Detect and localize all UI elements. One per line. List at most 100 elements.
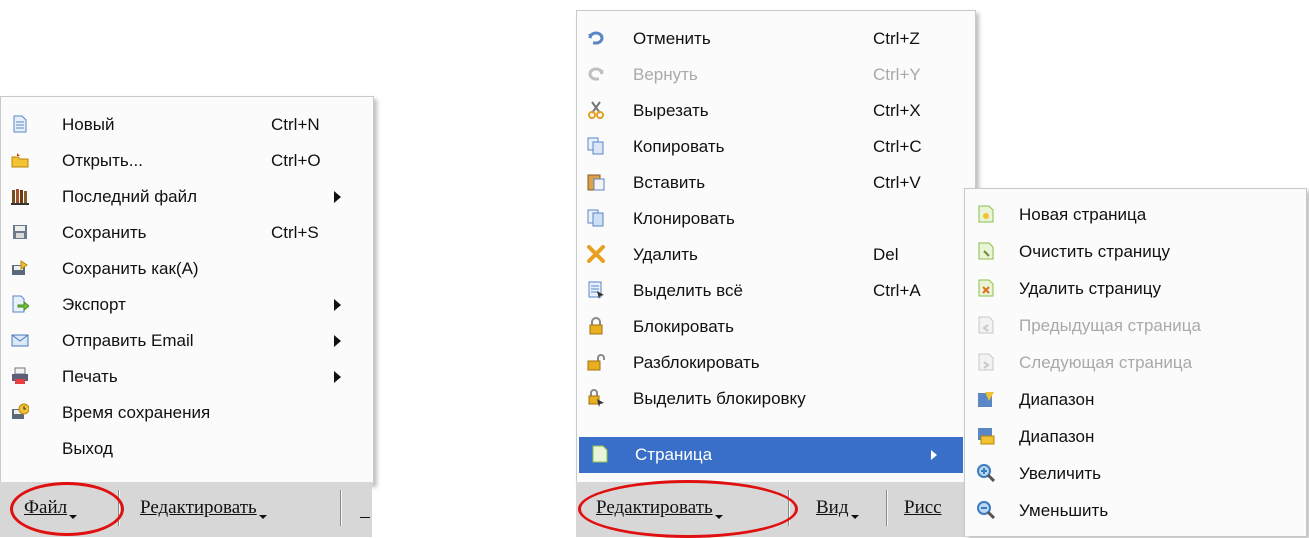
menu-item-paste[interactable]: Вставить Ctrl+V — [577, 165, 975, 201]
menubar-separator — [340, 490, 341, 526]
menu-item-exit[interactable]: Выход — [1, 431, 373, 467]
menu-item-label: Диапазон — [1019, 427, 1095, 446]
menu-item-copy[interactable]: Копировать Ctrl+C — [577, 129, 975, 165]
save-icon — [11, 223, 29, 241]
menu-item-label: Открыть... — [62, 151, 143, 170]
menu-item-new-page[interactable]: Новая страница — [965, 197, 1306, 233]
menu-item-save-time[interactable]: Время сохранения — [1, 395, 373, 431]
email-icon — [11, 331, 29, 349]
menu-item-shortcut: Del — [873, 245, 899, 264]
menu-item-save[interactable]: Сохранить Ctrl+S — [1, 215, 373, 251]
scissors-icon — [587, 101, 605, 119]
menu-item-label: Выход — [62, 439, 113, 458]
export-icon — [11, 295, 29, 313]
menu-item-zoom-out[interactable]: Уменьшить — [965, 493, 1306, 529]
menu-item-label: Новый — [62, 115, 115, 134]
menu-item-label: Увеличить — [1019, 464, 1101, 483]
save-time-icon — [11, 403, 29, 421]
menu-item-label: Вставить — [633, 173, 706, 192]
menu-item-recent-file[interactable]: Последний файл — [1, 179, 373, 215]
menu-item-label: Страница — [635, 445, 713, 464]
menu-item-shortcut: Ctrl+Z — [873, 29, 920, 48]
menu-item-unlock[interactable]: Разблокировать — [577, 345, 975, 381]
range-icon — [977, 390, 995, 408]
menu-item-clear-page[interactable]: Очистить страницу — [965, 234, 1306, 270]
delete-x-icon — [587, 245, 605, 263]
highlight-circle-file — [10, 482, 124, 536]
menu-item-delete[interactable]: Удалить Del — [577, 237, 975, 273]
menu-item-range[interactable]: Диапазон — [965, 382, 1306, 418]
menu-item-new[interactable]: Новый Ctrl+N — [1, 107, 373, 143]
menu-item-select-all[interactable]: Выделить всё Ctrl+A — [577, 273, 975, 309]
menu-item-label: Новая страница — [1019, 205, 1147, 224]
menu-item-shortcut: Ctrl+Y — [873, 65, 921, 84]
menu-item-delete-page[interactable]: Удалить страницу — [965, 271, 1306, 307]
menu-item-label: Время сохранения — [62, 403, 211, 422]
menu-item-print[interactable]: Печать — [1, 359, 373, 395]
menu-item-lock[interactable]: Блокировать — [577, 309, 975, 345]
dropdown-arrow-icon — [258, 515, 267, 519]
menubar-separator — [886, 490, 887, 526]
menu-item-label: Вырезать — [633, 101, 709, 120]
menu-item-label: Выделить всё — [633, 281, 743, 300]
menu-item-send-email[interactable]: Отправить Email — [1, 323, 373, 359]
submenu-arrow-icon — [334, 371, 341, 383]
menu-item-save-as[interactable]: Сохранить как(A) — [1, 251, 373, 287]
submenu-arrow-icon — [334, 299, 341, 311]
menu-item-open[interactable]: Открыть... Ctrl+O — [1, 143, 373, 179]
zoom-in-icon — [977, 464, 995, 482]
menu-item-label: Отменить — [633, 29, 711, 48]
paste-icon — [587, 173, 605, 191]
menu-item-select-locked[interactable]: Выделить блокировку — [577, 381, 975, 417]
delete-page-icon — [977, 279, 995, 297]
page-submenu: Новая страница Очистить страницу Удалить… — [964, 188, 1307, 536]
menu-item-shortcut: Ctrl+S — [271, 223, 319, 242]
menubar-draw[interactable]: Рисс — [904, 497, 942, 519]
recent-files-icon — [11, 187, 29, 205]
menu-item-label: Последний файл — [62, 187, 198, 206]
menubar-edit-label: Редактировать — [140, 497, 257, 518]
lock-icon — [587, 317, 605, 335]
next-page-icon — [977, 353, 995, 371]
menubar-edit[interactable]: Редактировать — [140, 497, 267, 519]
menu-item-label: Выделить блокировку — [633, 389, 806, 408]
menu-item-label: Блокировать — [633, 317, 734, 336]
menu-item-page[interactable]: Страница — [579, 437, 963, 473]
menu-item-label: Предыдущая страница — [1019, 316, 1201, 335]
new-page-icon — [977, 205, 995, 223]
menubar-view[interactable]: Вид — [816, 497, 859, 519]
menu-item-label: Разблокировать — [633, 353, 760, 372]
menu-item-shortcut: Ctrl+O — [271, 151, 321, 170]
open-folder-icon — [11, 151, 29, 169]
undo-icon — [587, 29, 605, 47]
menu-item-clone[interactable]: Клонировать — [577, 201, 975, 237]
menu-item-cut[interactable]: Вырезать Ctrl+X — [577, 93, 975, 129]
menu-item-label: Копировать — [633, 137, 725, 156]
menu-item-label: Удалить страницу — [1019, 279, 1161, 298]
menu-item-redo[interactable]: Вернуть Ctrl+Y — [577, 57, 975, 93]
menubar-view-label: Вид — [816, 497, 849, 518]
menu-item-label: Очистить страницу — [1019, 242, 1171, 261]
menu-item-next-page[interactable]: Следующая страница — [965, 345, 1306, 381]
menu-item-label: Печать — [62, 367, 118, 386]
menu-item-shortcut: Ctrl+X — [873, 101, 921, 120]
menu-item-label: Отправить Email — [62, 331, 194, 350]
highlight-circle-edit — [578, 480, 798, 538]
redo-icon — [587, 65, 605, 83]
menu-item-label: Сохранить — [62, 223, 147, 242]
submenu-arrow-icon — [334, 335, 341, 347]
previous-page-icon — [977, 316, 995, 334]
menu-item-label: Сохранить как(A) — [62, 259, 199, 278]
save-as-icon — [11, 259, 29, 277]
menu-item-export[interactable]: Экспорт — [1, 287, 373, 323]
menu-item-label: Клонировать — [633, 209, 735, 228]
menu-item-previous-page[interactable]: Предыдущая страница — [965, 308, 1306, 344]
menu-item-label: Следующая страница — [1019, 353, 1193, 372]
menu-item-range-alt[interactable]: Диапазон — [965, 419, 1306, 455]
menu-item-shortcut: Ctrl+C — [873, 137, 922, 156]
menu-item-zoom-in[interactable]: Увеличить — [965, 456, 1306, 492]
menu-item-shortcut: Ctrl+A — [873, 281, 921, 300]
menubar-next-item[interactable] — [360, 497, 370, 518]
menu-item-undo[interactable]: Отменить Ctrl+Z — [577, 21, 975, 57]
menu-item-label: Вернуть — [633, 65, 698, 84]
